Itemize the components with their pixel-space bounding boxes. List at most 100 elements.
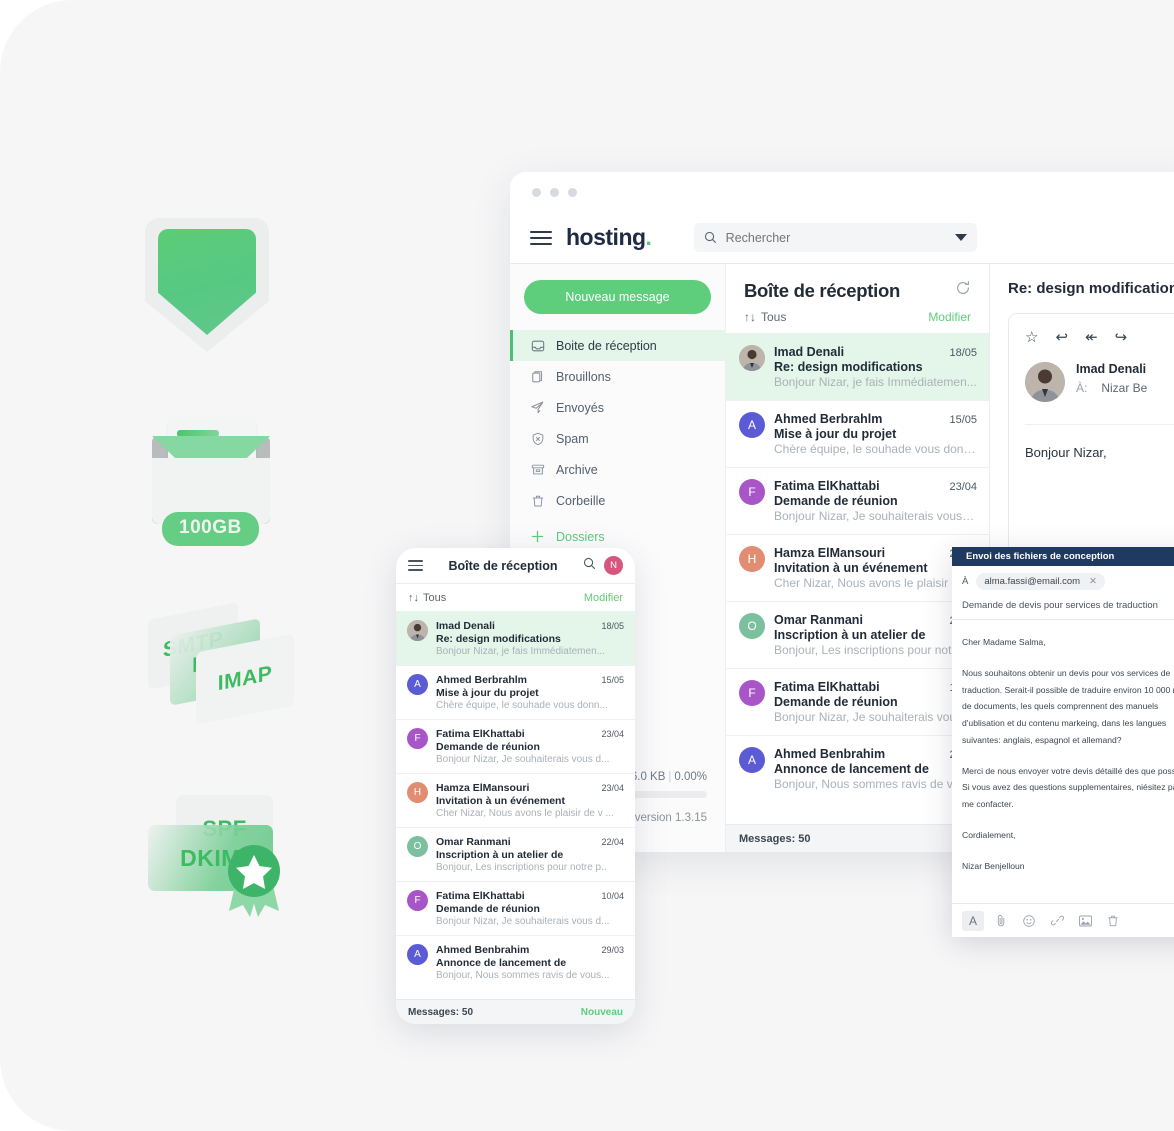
sidebar-item-archive[interactable]: Archive — [510, 454, 725, 485]
refresh-icon[interactable] — [955, 280, 971, 301]
mail-date: 23/04 — [601, 783, 624, 793]
sidebar-item-drafts[interactable]: Brouillons — [510, 361, 725, 392]
sender-name: Fatima ElKhattabi — [436, 728, 525, 740]
close-icon[interactable]: ✕ — [1089, 576, 1097, 587]
compose-button[interactable]: Nouveau message — [524, 280, 711, 314]
list-subbar: ↑↓ Tous Modifier — [726, 310, 989, 333]
envelope-storage-icon: 100GB — [148, 418, 283, 553]
avatar: H — [407, 782, 428, 803]
chevron-down-icon[interactable] — [954, 234, 967, 241]
to-value: Nizar Be — [1101, 381, 1148, 395]
mail-subject: Re: design modifications — [774, 360, 923, 374]
mobile-phone-mockup: Boîte de réception N ↑↓ Tous Modifier Im… — [396, 548, 635, 1024]
sender-name: Hamza ElMansouri — [774, 546, 886, 560]
sort-control[interactable]: ↑↓ Tous — [408, 592, 446, 604]
edit-link[interactable]: Modifier — [584, 592, 623, 604]
mail-preview: Bonjour, Les inscriptions pour notre p.. — [436, 862, 607, 873]
brand-subtitle — [659, 233, 661, 243]
mail-preview: Bonjour Nizar, Je souhaiterais vous d... — [774, 509, 977, 523]
sender-name: Fatima ElKhattabi — [436, 890, 525, 902]
brand-name: hosting — [566, 224, 646, 250]
reply-all-icon[interactable]: ↞ — [1085, 328, 1098, 346]
window-maximize-dot[interactable] — [568, 187, 577, 197]
sort-label: Tous — [761, 310, 787, 324]
sort-control[interactable]: ↑↓ Tous — [744, 310, 786, 324]
compose-toolbar: A — [952, 903, 1174, 937]
sidebar-item-label: Dossiers — [556, 529, 605, 544]
mail-preview: Bonjour Nizar, Je souhaiterais vous d... — [436, 754, 610, 765]
hamburger-menu-icon[interactable] — [530, 230, 552, 245]
link-icon[interactable] — [1046, 911, 1068, 931]
hamburger-menu-icon[interactable] — [408, 560, 423, 571]
table-row[interactable]: O Omar Ranmani22/04 Inscription à un ate… — [726, 601, 989, 668]
sender-name: Imad Denali — [436, 620, 495, 632]
protocols-icon: SMTP POP IMAP — [148, 602, 298, 725]
spam-shield-icon — [530, 431, 545, 446]
phone-footer: Messages: 50 Nouveau — [396, 999, 635, 1024]
mail-subject: Demande de réunion — [774, 695, 898, 709]
compose-subject-input[interactable]: Demande de devis pour services de traduc… — [952, 595, 1174, 620]
mail-date: 29/03 — [601, 945, 624, 955]
page-title: Boîte de réception — [448, 558, 558, 573]
mail-subject: Demande de réunion — [436, 903, 540, 915]
format-text-icon[interactable]: A — [962, 910, 984, 931]
mail-preview: Bonjour, Nous sommes ravis de vous... — [436, 970, 610, 981]
table-row[interactable]: A Ahmed Berbrahlm 15/05 Mise à jour du pr… — [726, 400, 989, 467]
brand-logo: hosting. — [566, 224, 652, 251]
search-input[interactable] — [725, 230, 946, 245]
storage-percent: 0.00% — [674, 771, 707, 783]
table-row[interactable]: H Hamza ElMansouri23/04 Invitation à un … — [726, 534, 989, 601]
new-message-link[interactable]: Nouveau — [581, 1007, 623, 1018]
star-icon[interactable]: ☆ — [1025, 328, 1038, 346]
list-item[interactable]: F Fatima ElKhattabi 10/04 Demande de réun… — [396, 881, 635, 935]
table-row[interactable]: F Fatima ElKhattabi 23/04 Demande de réun… — [726, 467, 989, 534]
list-item[interactable]: Imad Denali 18/05 Re: design modification… — [396, 611, 635, 665]
reading-from-name: Imad Denali — [1076, 362, 1147, 376]
compose-body[interactable]: Cher Madame Salma, Nous souhaitons obten… — [952, 620, 1174, 884]
avatar: F — [407, 890, 428, 911]
table-row[interactable]: A Ahmed Benbrahim29/03 Annonce de lancem… — [726, 735, 989, 802]
attachment-icon[interactable] — [990, 911, 1012, 931]
plus-icon — [530, 529, 545, 544]
mail-subject: Re: design modifications — [436, 633, 561, 645]
emoji-icon[interactable] — [1018, 911, 1040, 931]
recipient-chip[interactable]: alma.fassi@email.com ✕ — [976, 573, 1106, 590]
brand-dot: . — [645, 224, 652, 250]
sidebar-item-inbox[interactable]: Boite de réception — [510, 330, 725, 361]
list-item[interactable]: A Ahmed Benbrahim 29/03 Annonce de lancem… — [396, 935, 635, 989]
mail-date: 18/05 — [601, 621, 624, 631]
avatar: O — [407, 836, 428, 857]
trash-icon[interactable] — [1102, 911, 1124, 931]
list-item[interactable]: O Omar Ranmani 22/04 Inscription à un ate… — [396, 827, 635, 881]
compose-to-row: À alma.fassi@email.com ✕ — [952, 566, 1174, 595]
window-minimize-dot[interactable] — [550, 187, 559, 197]
sidebar-item-spam[interactable]: Spam — [510, 423, 725, 454]
avatar: F — [739, 479, 765, 505]
table-row[interactable]: Imad Denali 18/05 Re: design modification… — [726, 333, 989, 400]
image-icon[interactable] — [1074, 911, 1096, 931]
avatar: O — [739, 613, 765, 639]
mail-preview: Bonjour Nizar, Je souhaiterais vous d... — [774, 710, 977, 724]
sender-name: Omar Ranmani — [436, 836, 511, 848]
sidebar-item-sent[interactable]: Envoyés — [510, 392, 725, 423]
to-label: À — [962, 576, 969, 587]
window-close-dot[interactable] — [532, 187, 541, 197]
search-bar[interactable] — [693, 223, 977, 252]
reply-icon[interactable]: ↩ — [1055, 328, 1068, 346]
list-item[interactable]: H Hamza ElMansouri 23/04 Invitation à un … — [396, 773, 635, 827]
list-item[interactable]: F Fatima ElKhattabi 23/04 Demande de réun… — [396, 719, 635, 773]
sidebar-item-trash[interactable]: Corbeille — [510, 485, 725, 516]
edit-link[interactable]: Modifier — [928, 310, 971, 324]
avatar[interactable]: N — [604, 556, 623, 575]
award-ribbon-icon — [228, 845, 280, 917]
forward-icon[interactable]: ↪ — [1115, 328, 1128, 346]
avatar: H — [739, 546, 765, 572]
table-row[interactable]: F Fatima ElKhattabi10/04 Demande de réun… — [726, 668, 989, 735]
mail-subject: Demande de réunion — [774, 494, 898, 508]
list-item[interactable]: A Ahmed Berbrahlm 15/05 Mise à jour du pr… — [396, 665, 635, 719]
avatar — [1025, 362, 1065, 402]
mail-date: 18/05 — [949, 347, 977, 359]
search-icon[interactable] — [583, 557, 596, 575]
mail-preview: Bonjour, Les inscriptions pour notre p..… — [774, 643, 977, 657]
mail-date: 22/04 — [601, 837, 624, 847]
